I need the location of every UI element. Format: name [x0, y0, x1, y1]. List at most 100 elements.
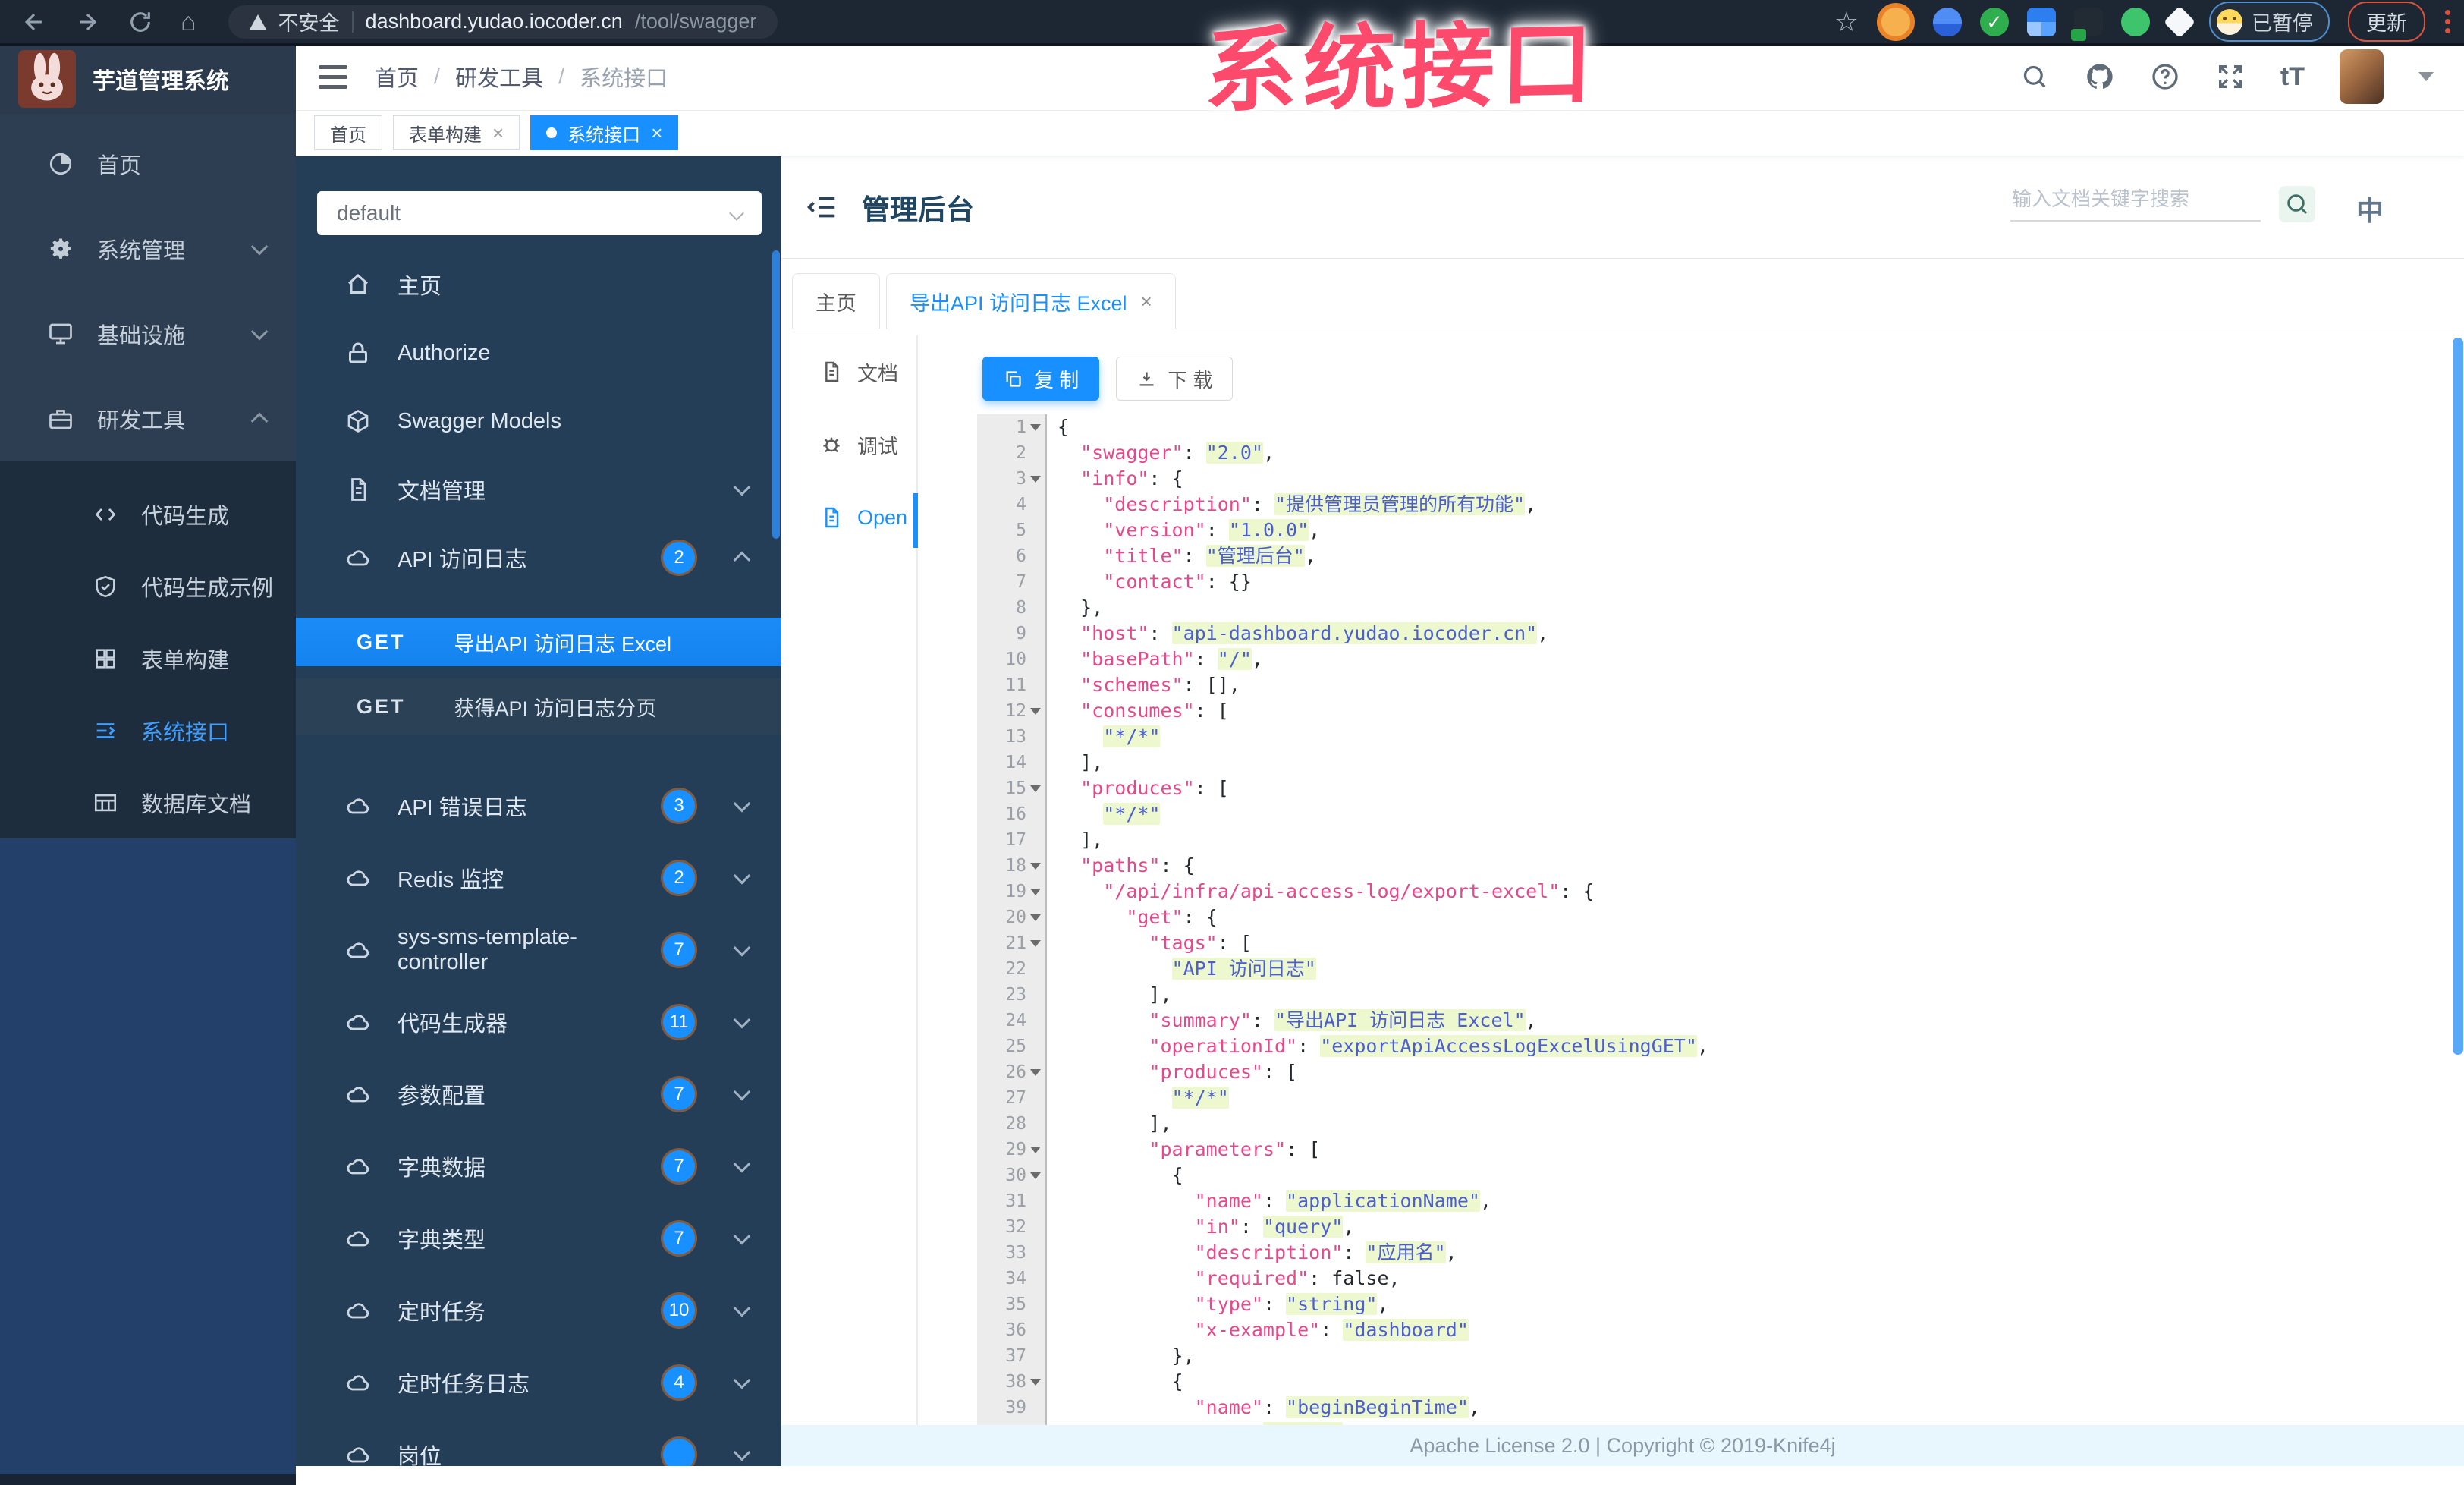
hamburger-icon[interactable] — [319, 64, 347, 89]
menu-fold-icon[interactable] — [804, 190, 839, 225]
extension-icon[interactable] — [1877, 2, 1915, 41]
line-number: 13 — [977, 724, 1047, 750]
swagger-nav-item[interactable]: Swagger Models — [296, 387, 781, 455]
chevron-down-icon[interactable] — [2418, 72, 2434, 81]
close-icon[interactable]: × — [651, 123, 662, 143]
avatar[interactable] — [2340, 49, 2384, 104]
close-icon[interactable]: × — [1141, 290, 1152, 313]
api-group[interactable]: 定时任务日志 4 — [296, 1346, 781, 1418]
line-number: 26 — [977, 1059, 1047, 1085]
sidebar-item[interactable]: 研发工具 — [0, 376, 296, 461]
browser-menu-icon[interactable] — [2445, 10, 2450, 33]
sidebar-item[interactable]: 基础设施 — [0, 291, 296, 376]
browser-reload-icon[interactable] — [127, 9, 153, 35]
sidebar-subitem[interactable]: 系统接口 — [0, 694, 296, 766]
browser-back-icon[interactable] — [21, 9, 47, 35]
api-group[interactable]: API 错误日志 3 — [296, 769, 781, 842]
browser-update-button[interactable]: 更新 — [2348, 2, 2425, 42]
bookmark-star-icon[interactable]: ☆ — [1834, 6, 1859, 38]
rail-item[interactable]: Open — [781, 481, 916, 554]
content-scrollbar-thumb[interactable] — [2453, 338, 2463, 1055]
extension-icon[interactable] — [2163, 5, 2196, 38]
line-number: 31 — [977, 1188, 1047, 1214]
fold-caret-icon[interactable] — [1030, 888, 1041, 895]
view-tag[interactable]: 首页 — [314, 115, 382, 150]
github-icon[interactable] — [2085, 61, 2115, 92]
bug-icon — [819, 433, 844, 457]
rail-item[interactable]: 文档 — [781, 335, 916, 408]
view-tag[interactable]: 系统接口 × — [530, 115, 679, 150]
api-group[interactable]: 参数配置 7 — [296, 1058, 781, 1130]
fold-caret-icon[interactable] — [1030, 862, 1041, 870]
swagger-nav-item[interactable]: 主页 — [296, 250, 781, 319]
api-group[interactable]: sys-sms-template-controller 7 — [296, 914, 781, 986]
language-icon[interactable] — [2356, 189, 2384, 228]
fold-caret-icon[interactable] — [1030, 423, 1041, 431]
paused-extension-pill[interactable]: 已暂停 — [2209, 2, 2330, 42]
fold-caret-icon[interactable] — [1030, 1378, 1041, 1386]
font-size-icon[interactable]: tT — [2280, 62, 2305, 92]
code-editor[interactable]: 1{2 "swagger": "2.0", 3 "info": {4 "descr… — [977, 414, 2452, 1466]
code-line: 36 "x-example": "dashboard" — [977, 1317, 2452, 1343]
copy-button[interactable]: 复 制 — [982, 357, 1100, 401]
fold-caret-icon[interactable] — [1030, 1172, 1041, 1179]
sidebar-subitem[interactable]: 数据库文档 — [0, 766, 296, 838]
breadcrumb-item[interactable]: 研发工具 — [455, 61, 543, 93]
swagger-nav-item[interactable]: 文档管理 — [296, 455, 781, 524]
doc-search-input[interactable] — [2010, 187, 2262, 220]
fold-caret-icon[interactable] — [1030, 475, 1041, 483]
code-line: 20 "get": { — [977, 905, 2452, 930]
api-group[interactable]: 定时任务 10 — [296, 1274, 781, 1346]
breadcrumb-item[interactable]: 首页 — [375, 61, 419, 93]
search-icon[interactable] — [2019, 61, 2050, 92]
doc-tab[interactable]: 导出API 访问日志 Excel × — [886, 273, 1176, 329]
extension-icon[interactable]: ✓ — [1980, 7, 2009, 36]
doc-search-icon[interactable] — [2279, 186, 2315, 222]
line-number: 9 — [977, 621, 1047, 647]
sidebar-subitem[interactable]: 表单构建 — [0, 622, 296, 694]
doc-tab[interactable]: 主页 — [792, 273, 880, 329]
swagger-nav-item[interactable]: Authorize — [296, 319, 781, 387]
fold-caret-icon[interactable] — [1030, 1068, 1041, 1076]
line-number: 27 — [977, 1085, 1047, 1111]
view-tag[interactable]: 表单构建 × — [393, 115, 520, 150]
close-icon[interactable]: × — [492, 123, 504, 143]
fullscreen-icon[interactable] — [2215, 61, 2246, 92]
help-icon[interactable] — [2150, 61, 2180, 92]
fold-caret-icon[interactable] — [1030, 785, 1041, 792]
sidebar-item[interactable]: 系统管理 — [0, 206, 296, 291]
download-button[interactable]: 下 载 — [1116, 357, 1234, 401]
browser-forward-icon[interactable] — [74, 9, 100, 35]
count-badge: 11 — [663, 1005, 695, 1038]
fold-caret-icon[interactable] — [1030, 1146, 1041, 1153]
fold-caret-icon[interactable] — [1030, 914, 1041, 921]
extension-icon[interactable] — [1933, 7, 1962, 36]
app-logo[interactable]: 芋道管理系统 — [0, 43, 296, 114]
sidebar-item[interactable]: 首页 — [0, 121, 296, 206]
breadcrumb-item[interactable]: 系统接口 — [580, 61, 668, 93]
fold-caret-icon[interactable] — [1030, 939, 1041, 947]
browser-home-icon[interactable]: ⌂ — [181, 9, 196, 35]
line-number: 35 — [977, 1292, 1047, 1317]
address-bar[interactable]: 不安全 dashboard.yudao.iocoder.cn/tool/swag… — [228, 5, 778, 39]
line-number: 23 — [977, 982, 1047, 1008]
extension-icon[interactable] — [2121, 7, 2150, 36]
swagger-nav-item[interactable]: API 访问日志 2 — [296, 524, 781, 592]
fold-caret-icon[interactable] — [1030, 707, 1041, 715]
extension-icon[interactable] — [2071, 7, 2103, 41]
group-select[interactable]: default — [317, 191, 762, 235]
api-operation[interactable]: GET 获得API 访问日志分页 — [296, 678, 781, 735]
api-operation[interactable]: GET 导出API 访问日志 Excel — [296, 618, 781, 666]
api-group[interactable]: 字典类型 7 — [296, 1202, 781, 1274]
extension-icon[interactable] — [2027, 7, 2056, 36]
api-group[interactable]: 代码生成器 11 — [296, 986, 781, 1058]
line-number: 21 — [977, 930, 1047, 956]
rail-item[interactable]: 调试 — [781, 408, 916, 481]
api-group[interactable]: 字典数据 7 — [296, 1130, 781, 1202]
api-group[interactable]: 岗位 — [296, 1418, 781, 1466]
cloud-icon — [344, 1081, 372, 1108]
sidebar-subitem[interactable]: 代码生成 — [0, 478, 296, 550]
api-group[interactable]: Redis 监控 2 — [296, 842, 781, 914]
sidebar-subitem[interactable]: 代码生成示例 — [0, 550, 296, 622]
sidebar-scrollbar-thumb[interactable] — [772, 250, 780, 539]
